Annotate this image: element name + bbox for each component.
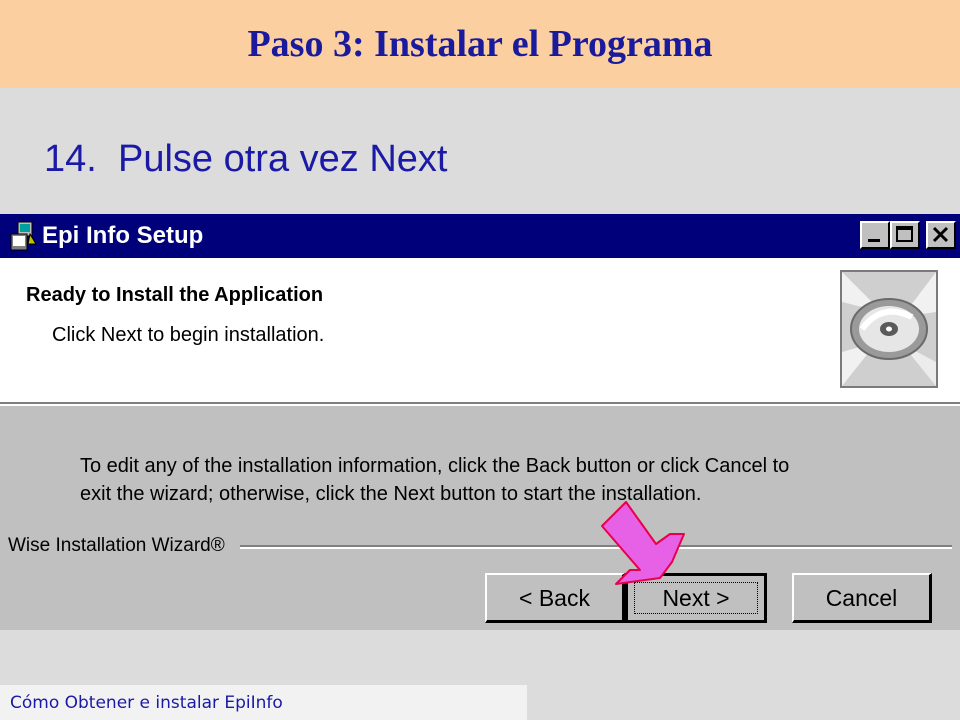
body-line-1: To edit any of the installation informat… (80, 455, 790, 477)
maximize-button[interactable] (890, 221, 920, 249)
footer-text: Cómo Obtener e instalar EpiInfo (10, 693, 283, 713)
dialog-header-panel: Ready to Install the Application Click N… (0, 258, 960, 402)
step-instruction: Pulse otra vez Next (118, 138, 448, 180)
setup-dialog: Epi Info Setup Ready to Install the Appl… (0, 214, 960, 630)
slide-title: Paso 3: Instalar el Programa (247, 23, 713, 65)
pointer-arrow-icon (590, 498, 690, 590)
minimize-button[interactable] (860, 221, 890, 249)
window-titlebar[interactable]: Epi Info Setup (0, 214, 960, 258)
dialog-body-text: To edit any of the installation informat… (80, 452, 840, 508)
dialog-subheading: Click Next to begin installation. (52, 324, 325, 346)
body-line-2: exit the wizard; otherwise, click the Ne… (80, 483, 702, 505)
setup-app-icon (8, 220, 38, 252)
footer-bar: Cómo Obtener e instalar EpiInfo (0, 685, 527, 720)
step-number: 14. (44, 138, 97, 180)
wizard-label: Wise Installation Wizard® (8, 535, 229, 557)
cd-disc-icon (840, 270, 938, 388)
cancel-button[interactable]: Cancel (792, 573, 932, 623)
dialog-heading: Ready to Install the Application (26, 284, 324, 306)
window-title: Epi Info Setup (42, 222, 204, 249)
close-button[interactable] (926, 221, 956, 249)
